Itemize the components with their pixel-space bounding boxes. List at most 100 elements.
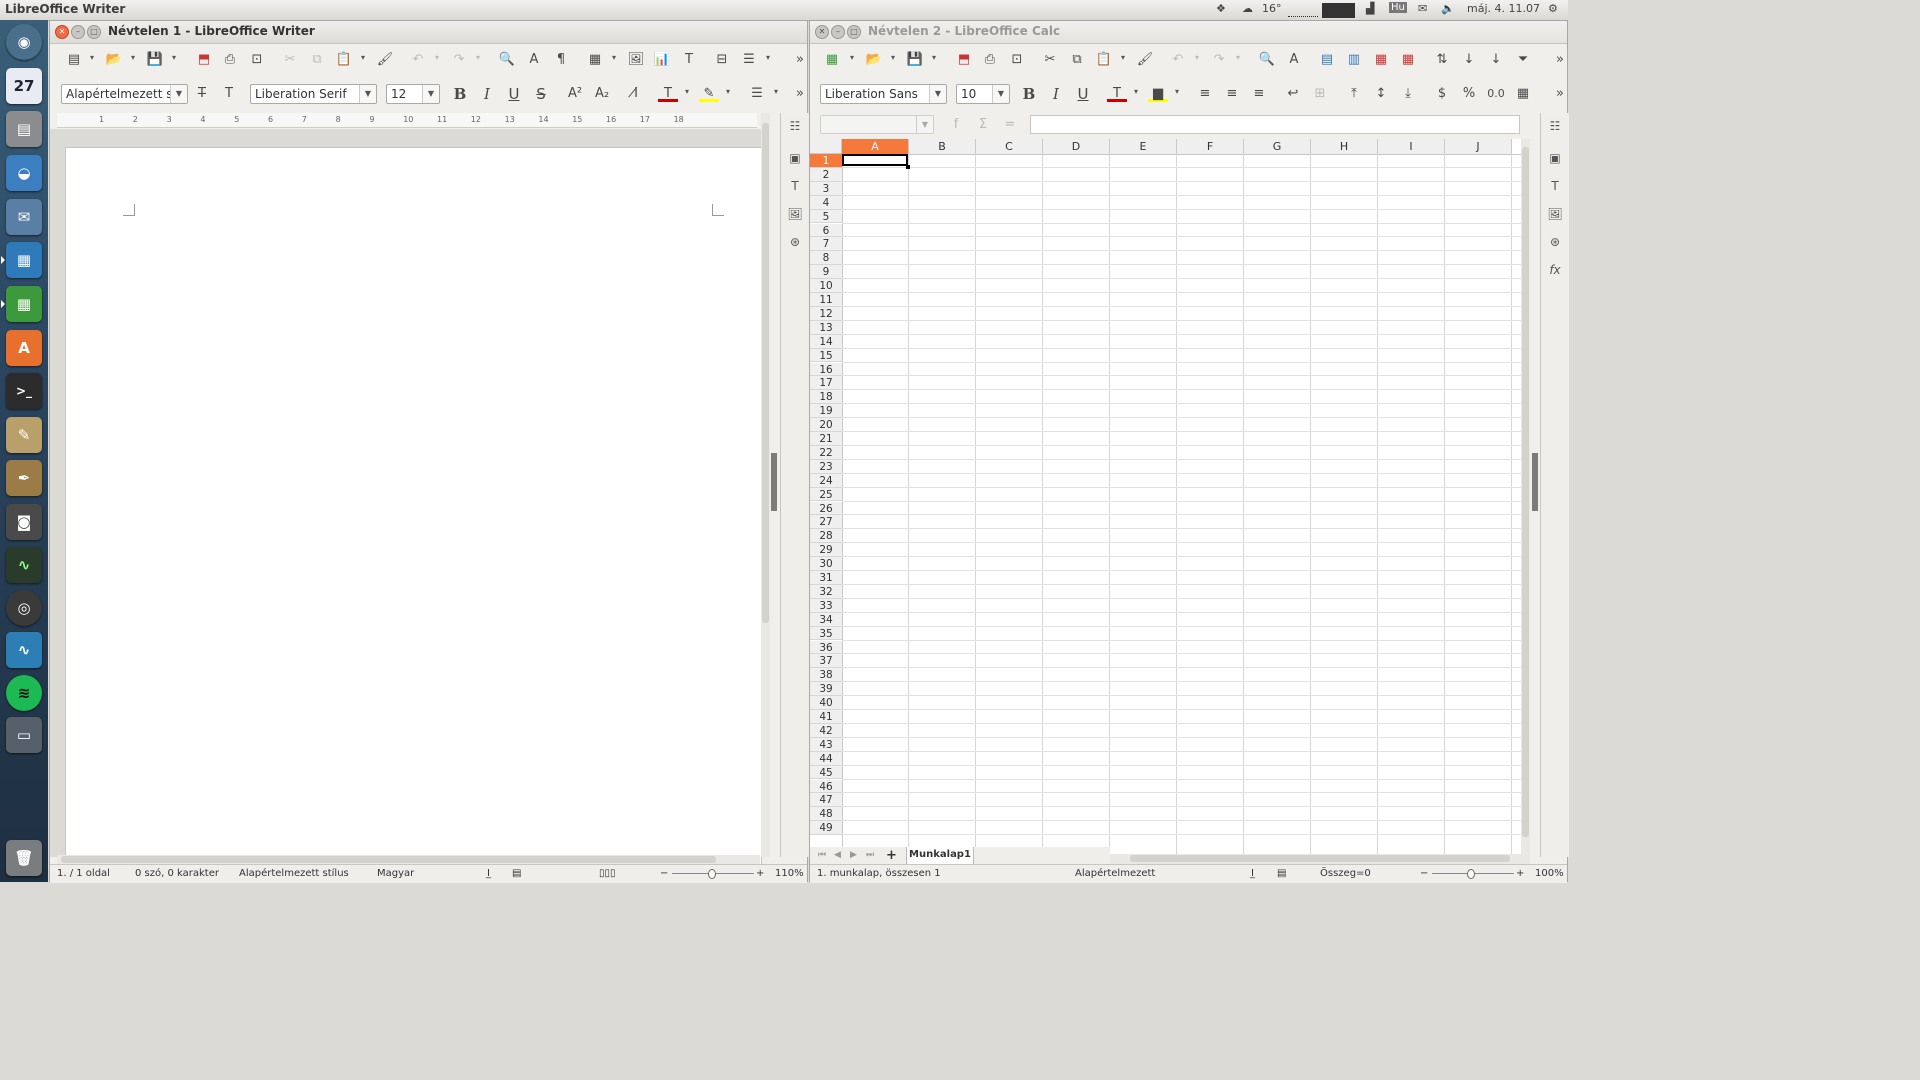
mail-indicator-icon[interactable]: ✉: [1418, 2, 1427, 15]
column-icon[interactable]: ▥: [1344, 51, 1364, 69]
number-format-icon[interactable]: 0.0: [1486, 85, 1506, 103]
delete-column-icon[interactable]: ▦: [1398, 51, 1418, 69]
column-header[interactable]: A: [842, 139, 909, 154]
save-icon[interactable]: 💾: [905, 51, 925, 69]
files-icon[interactable]: ▤: [6, 111, 42, 147]
prev-sheet-icon[interactable]: ◀: [834, 850, 841, 860]
redo-icon[interactable]: ↷: [1209, 51, 1229, 69]
clone-formatting-icon[interactable]: 🖌: [375, 51, 395, 69]
maximize-icon[interactable]: □: [847, 25, 861, 39]
software-center-icon[interactable]: A: [6, 330, 42, 366]
row-header[interactable]: 46: [810, 779, 842, 794]
chevron-down-icon[interactable]: ▼: [992, 85, 1009, 103]
row-header[interactable]: 2: [810, 167, 842, 182]
system-monitor-icon[interactable]: ∿: [6, 547, 42, 583]
row-header[interactable]: 35: [810, 626, 842, 641]
chevron-down-icon[interactable]: ▼: [422, 85, 439, 103]
sidebar-collapse-handle[interactable]: [771, 453, 777, 511]
calc-titlebar[interactable]: ✕ – □ Névtelen 2 - LibreOffice Calc: [810, 21, 1567, 44]
navigator-icon[interactable]: ⊛: [1547, 235, 1563, 251]
sum-icon[interactable]: Σ: [973, 116, 993, 134]
row-header[interactable]: 12: [810, 306, 842, 321]
chevron-down-icon[interactable]: ▾: [932, 53, 936, 62]
bold-icon[interactable]: B: [1019, 85, 1039, 103]
more-options-icon[interactable]: »: [790, 85, 810, 103]
spreadsheet-grid[interactable]: ABCDEFGHIJ 1 2 3 4 5 6 7 8 9 10 11 12 13 14 15 16 17 18 19…: [810, 139, 1522, 854]
insert-image-icon[interactable]: 🖼: [626, 51, 646, 69]
row-header[interactable]: 5: [810, 209, 842, 224]
dash-icon[interactable]: ◉: [6, 24, 42, 60]
highlight-icon[interactable]: ✎: [699, 85, 719, 102]
first-sheet-icon[interactable]: ⏮: [818, 850, 826, 860]
clock[interactable]: máj. 4. 11.07: [1467, 2, 1540, 15]
row-header[interactable]: 33: [810, 598, 842, 613]
row-header[interactable]: 30: [810, 557, 842, 571]
row-header[interactable]: 27: [810, 515, 842, 530]
currency-format-icon[interactable]: $: [1432, 85, 1452, 103]
find-replace-icon[interactable]: 🔍: [1257, 51, 1277, 69]
print-preview-icon[interactable]: ⊡: [247, 51, 267, 69]
copy-icon[interactable]: ⧉: [1067, 51, 1087, 69]
open-icon[interactable]: 📂: [104, 51, 124, 69]
row-header[interactable]: 38: [810, 668, 842, 683]
last-sheet-icon[interactable]: ⏭: [866, 850, 874, 860]
gallery-icon[interactable]: 🖼: [1547, 207, 1563, 223]
insert-chart-icon[interactable]: 📊: [652, 51, 672, 69]
webcam-icon[interactable]: ◎: [6, 590, 42, 626]
insert-field-icon[interactable]: ☰: [739, 51, 759, 69]
mail-icon[interactable]: ✉: [6, 199, 42, 235]
row-header[interactable]: 1: [810, 154, 842, 168]
insert-mode-icon[interactable]: I̲: [1251, 868, 1254, 879]
document-page[interactable]: [65, 147, 762, 867]
new-spreadsheet-icon[interactable]: ▦: [822, 51, 842, 69]
undo-icon[interactable]: ↶: [408, 51, 428, 69]
open-icon[interactable]: 📂: [864, 51, 884, 69]
copy-icon[interactable]: ⧉: [307, 51, 327, 69]
word-count[interactable]: 0 szó, 0 karakter: [135, 868, 219, 879]
row-header[interactable]: 6: [810, 223, 842, 238]
row-header[interactable]: 48: [810, 807, 842, 822]
save-icon[interactable]: 💾: [145, 51, 165, 69]
row-header[interactable]: 40: [810, 696, 842, 710]
zoom-in-icon[interactable]: +: [1516, 868, 1524, 879]
chevron-down-icon[interactable]: ▾: [90, 53, 94, 62]
new-style-icon[interactable]: T: [219, 85, 239, 103]
chevron-down-icon[interactable]: ▾: [1236, 53, 1240, 62]
column-header[interactable]: E: [1110, 139, 1177, 154]
properties-icon[interactable]: ▣: [1547, 151, 1563, 167]
autofilter-icon[interactable]: ⏷: [1513, 51, 1533, 69]
editor-icon[interactable]: ✒: [6, 460, 42, 496]
formatting-marks-icon[interactable]: ¶: [551, 51, 571, 69]
writer-vertical-scrollbar[interactable]: [761, 113, 770, 857]
paragraph-style-select[interactable]: Alapértelmezett st ▼: [61, 84, 188, 104]
column-header[interactable]: C: [976, 139, 1043, 154]
weather-icon[interactable]: ☁: [1242, 2, 1253, 15]
page-count[interactable]: 1. / 1 oldal: [57, 868, 110, 879]
scrollbar-thumb[interactable]: [762, 123, 769, 623]
new-document-icon[interactable]: ▤: [64, 51, 84, 69]
more-options-icon[interactable]: »: [1550, 51, 1570, 69]
export-pdf-icon[interactable]: ⬒: [194, 51, 214, 69]
subscript-icon[interactable]: A₂: [592, 85, 612, 103]
row-header[interactable]: 37: [810, 654, 842, 669]
row-icon[interactable]: ▤: [1317, 51, 1337, 69]
undo-icon[interactable]: ↶: [1168, 51, 1188, 69]
row-header[interactable]: 45: [810, 765, 842, 780]
row-header[interactable]: 43: [810, 737, 842, 752]
font-name-select[interactable]: Liberation Serif ▼: [250, 84, 377, 104]
align-top-icon[interactable]: ⤒: [1344, 85, 1364, 103]
horizontal-ruler[interactable]: 1 2 3 4 5 6 7 8 9 10 11 12 13 14 15 16 17 18: [57, 113, 757, 128]
column-header[interactable]: F: [1177, 139, 1244, 154]
font-color-icon[interactable]: T: [1107, 85, 1127, 102]
sheet-tab-munkalap1[interactable]: Munkalap1: [906, 847, 974, 865]
row-header[interactable]: 7: [810, 237, 842, 252]
writer-horizontal-scrollbar[interactable]: [57, 855, 760, 864]
workspace-icon[interactable]: ▭: [6, 717, 42, 753]
properties-icon[interactable]: ▣: [787, 151, 803, 167]
align-center-icon[interactable]: ≡: [1222, 85, 1242, 103]
formula-icon[interactable]: =: [1000, 116, 1020, 134]
close-icon[interactable]: ✕: [55, 25, 69, 39]
row-header[interactable]: 19: [810, 404, 842, 419]
next-sheet-icon[interactable]: ▶: [850, 850, 857, 860]
row-header[interactable]: 47: [810, 793, 842, 808]
